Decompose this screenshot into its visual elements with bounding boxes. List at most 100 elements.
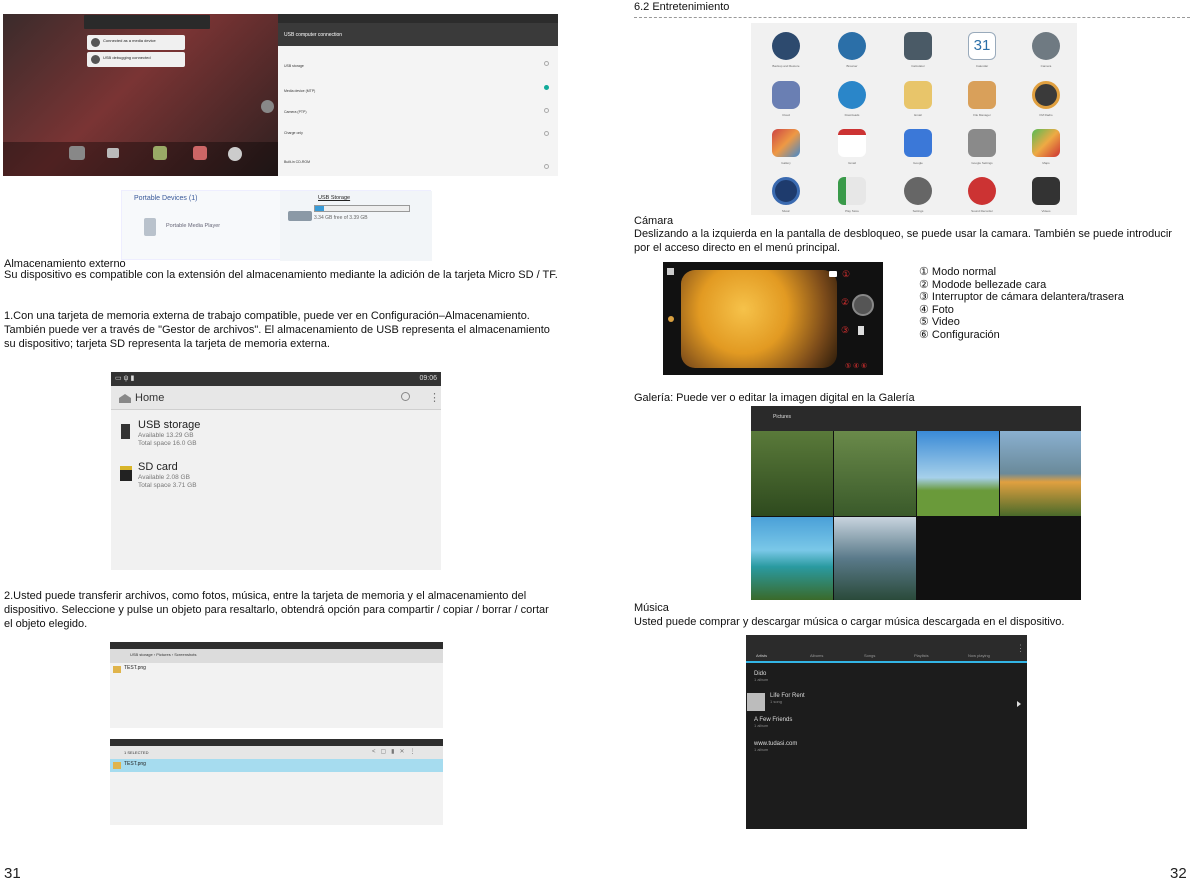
browser-icon[interactable] <box>838 32 866 60</box>
notification-card[interactable]: Connected as a media device <box>87 35 185 50</box>
video-toggle-icon[interactable] <box>858 326 864 335</box>
app-label: File Manager <box>973 113 991 117</box>
music-screenshot: Artists Albums Songs Playlists Now playi… <box>746 635 1027 829</box>
file-row[interactable]: TEST.png <box>110 664 443 676</box>
portable-devices-header: Portable Devices (1) <box>134 195 198 202</box>
calculator-icon[interactable] <box>904 32 932 60</box>
gallery-thumbnail[interactable] <box>834 517 916 600</box>
calendar-day: 31 <box>973 37 991 54</box>
maps-icon[interactable] <box>1032 129 1060 157</box>
home-button-icon[interactable] <box>261 100 274 113</box>
music-icon[interactable] <box>772 177 800 205</box>
play-store-icon[interactable] <box>838 177 866 205</box>
downloads-icon[interactable] <box>838 81 866 109</box>
file-row-selected[interactable]: TEST.png <box>110 759 443 772</box>
gallery-thumbnail[interactable] <box>834 431 916 516</box>
gmail-icon[interactable] <box>838 129 866 157</box>
breadcrumb-item[interactable]: Pictures <box>156 652 170 657</box>
image-file-icon <box>113 666 121 673</box>
gallery-thumbnail[interactable] <box>917 431 999 516</box>
breadcrumb[interactable]: USB storage › Pictures › Screenshots <box>130 652 197 657</box>
gallery-paragraph: Galería: Puede ver o editar la imagen di… <box>634 392 915 404</box>
tab-artists[interactable]: Artists <box>756 653 767 658</box>
shutter-icon[interactable] <box>852 294 874 316</box>
storage-row-sd[interactable]: SD card Available 2.08 GB Total space 3.… <box>111 458 441 496</box>
sd-card-total: Total space 3.71 GB <box>138 482 197 489</box>
gallery-thumbnail[interactable] <box>751 517 833 600</box>
camera-title: Cámara <box>634 215 674 227</box>
radio-button[interactable] <box>544 61 549 66</box>
camera-paragraph: Deslizando a la izquierda en la pantalla… <box>634 228 1172 254</box>
overflow-menu-icon[interactable]: ⋮ <box>1016 643 1025 654</box>
usb-option[interactable]: Charge only <box>284 131 303 135</box>
home-folder-icon <box>119 394 131 403</box>
app-label: Google Settings <box>971 161 993 165</box>
usb-screen-title: USB computer connection <box>284 32 343 38</box>
page-number-left: 31 <box>4 865 21 881</box>
marker-4: ④ <box>853 363 860 370</box>
list-item[interactable]: Life For Rent 1 song <box>746 693 1027 711</box>
gallery-icon[interactable] <box>772 129 800 157</box>
sd-card-icon <box>120 466 132 481</box>
usb-storage-available: Available 13.29 GB <box>138 432 194 439</box>
tab-now-playing[interactable]: Now playing <box>968 653 990 658</box>
gallery-thumbnail[interactable] <box>1000 431 1081 516</box>
album-art <box>747 693 765 711</box>
notification-card[interactable]: USB debugging connected <box>87 52 185 67</box>
radio-button[interactable] <box>544 108 549 113</box>
list-item[interactable]: Dido 1 album <box>746 671 1027 682</box>
notification-text: USB debugging connected <box>103 55 151 60</box>
backup-restore-icon[interactable] <box>772 32 800 60</box>
gallery-header[interactable]: Pictures <box>773 414 791 420</box>
fm-radio-icon[interactable] <box>1032 81 1060 109</box>
radio-button[interactable] <box>544 85 549 90</box>
breadcrumb-home[interactable]: Home <box>135 392 164 404</box>
gallery-thumbnail[interactable] <box>751 431 833 516</box>
image-file-icon <box>113 762 121 769</box>
file-manager-icon[interactable] <box>968 81 996 109</box>
dock-icon <box>193 146 207 160</box>
storage-free-text: 3.34 GB free of 3.39 GB <box>314 215 368 221</box>
radio-button[interactable] <box>544 131 549 136</box>
radio-button[interactable] <box>544 164 549 169</box>
status-icons: ▭ ψ ▮ <box>115 375 135 382</box>
action-icons[interactable]: <▢▮✕⋮ <box>372 748 421 755</box>
artist-count: 1 album <box>754 723 769 728</box>
usb-storage-label: USB Storage <box>318 195 351 201</box>
camera-preview <box>681 270 837 368</box>
usb-option[interactable]: Camera (PTP) <box>284 110 307 114</box>
overflow-menu-icon[interactable]: ⋮ <box>429 391 440 404</box>
settings-icon[interactable] <box>904 177 932 205</box>
tab-playlists[interactable]: Playlists <box>914 653 929 658</box>
usb-option[interactable]: Media device (MTP) <box>284 89 315 93</box>
breadcrumb-item[interactable]: Screenshots <box>174 652 196 657</box>
file-manager-screenshot: ▭ ψ ▮ 09:06 Home ⋮ USB storage Available… <box>111 372 441 570</box>
device-name[interactable]: Portable Media Player <box>166 223 220 229</box>
mode-normal-icon[interactable] <box>829 271 837 277</box>
transfer-files-paragraph: 2.Usted puede transferir archivos, como … <box>4 590 549 630</box>
marker-2: ② <box>841 297 850 307</box>
google-settings-icon[interactable] <box>968 129 996 157</box>
usb-option[interactable]: Built-in CD-ROM <box>284 160 310 164</box>
calendar-icon[interactable]: 31 <box>968 32 996 60</box>
storage-row-usb[interactable]: USB storage Available 13.29 GB Total spa… <box>111 416 441 454</box>
status-time: 09:06 <box>419 375 437 382</box>
switch-camera-icon[interactable] <box>667 268 674 275</box>
breadcrumb-item[interactable]: USB storage <box>130 652 153 657</box>
sd-card-title: SD card <box>138 461 178 473</box>
tab-albums[interactable]: Albums <box>810 653 823 658</box>
cloud-icon[interactable] <box>772 81 800 109</box>
sound-recorder-icon[interactable] <box>968 177 996 205</box>
camera-icon[interactable] <box>1032 32 1060 60</box>
usb-option[interactable]: USB storage <box>284 64 304 68</box>
legend-item: ② Modode bellezade cara <box>919 278 1047 291</box>
beauty-icon[interactable] <box>668 316 674 322</box>
videos-icon[interactable] <box>1032 177 1060 205</box>
search-icon[interactable] <box>401 392 410 401</box>
legend-item: ⑤ Video <box>919 316 960 328</box>
email-icon[interactable] <box>904 81 932 109</box>
list-item[interactable]: www.tudasi.com 1 album <box>746 741 1027 752</box>
tab-songs[interactable]: Songs <box>864 653 875 658</box>
google-icon[interactable] <box>904 129 932 157</box>
list-item[interactable]: A Few Friends 1 album <box>746 717 1027 728</box>
